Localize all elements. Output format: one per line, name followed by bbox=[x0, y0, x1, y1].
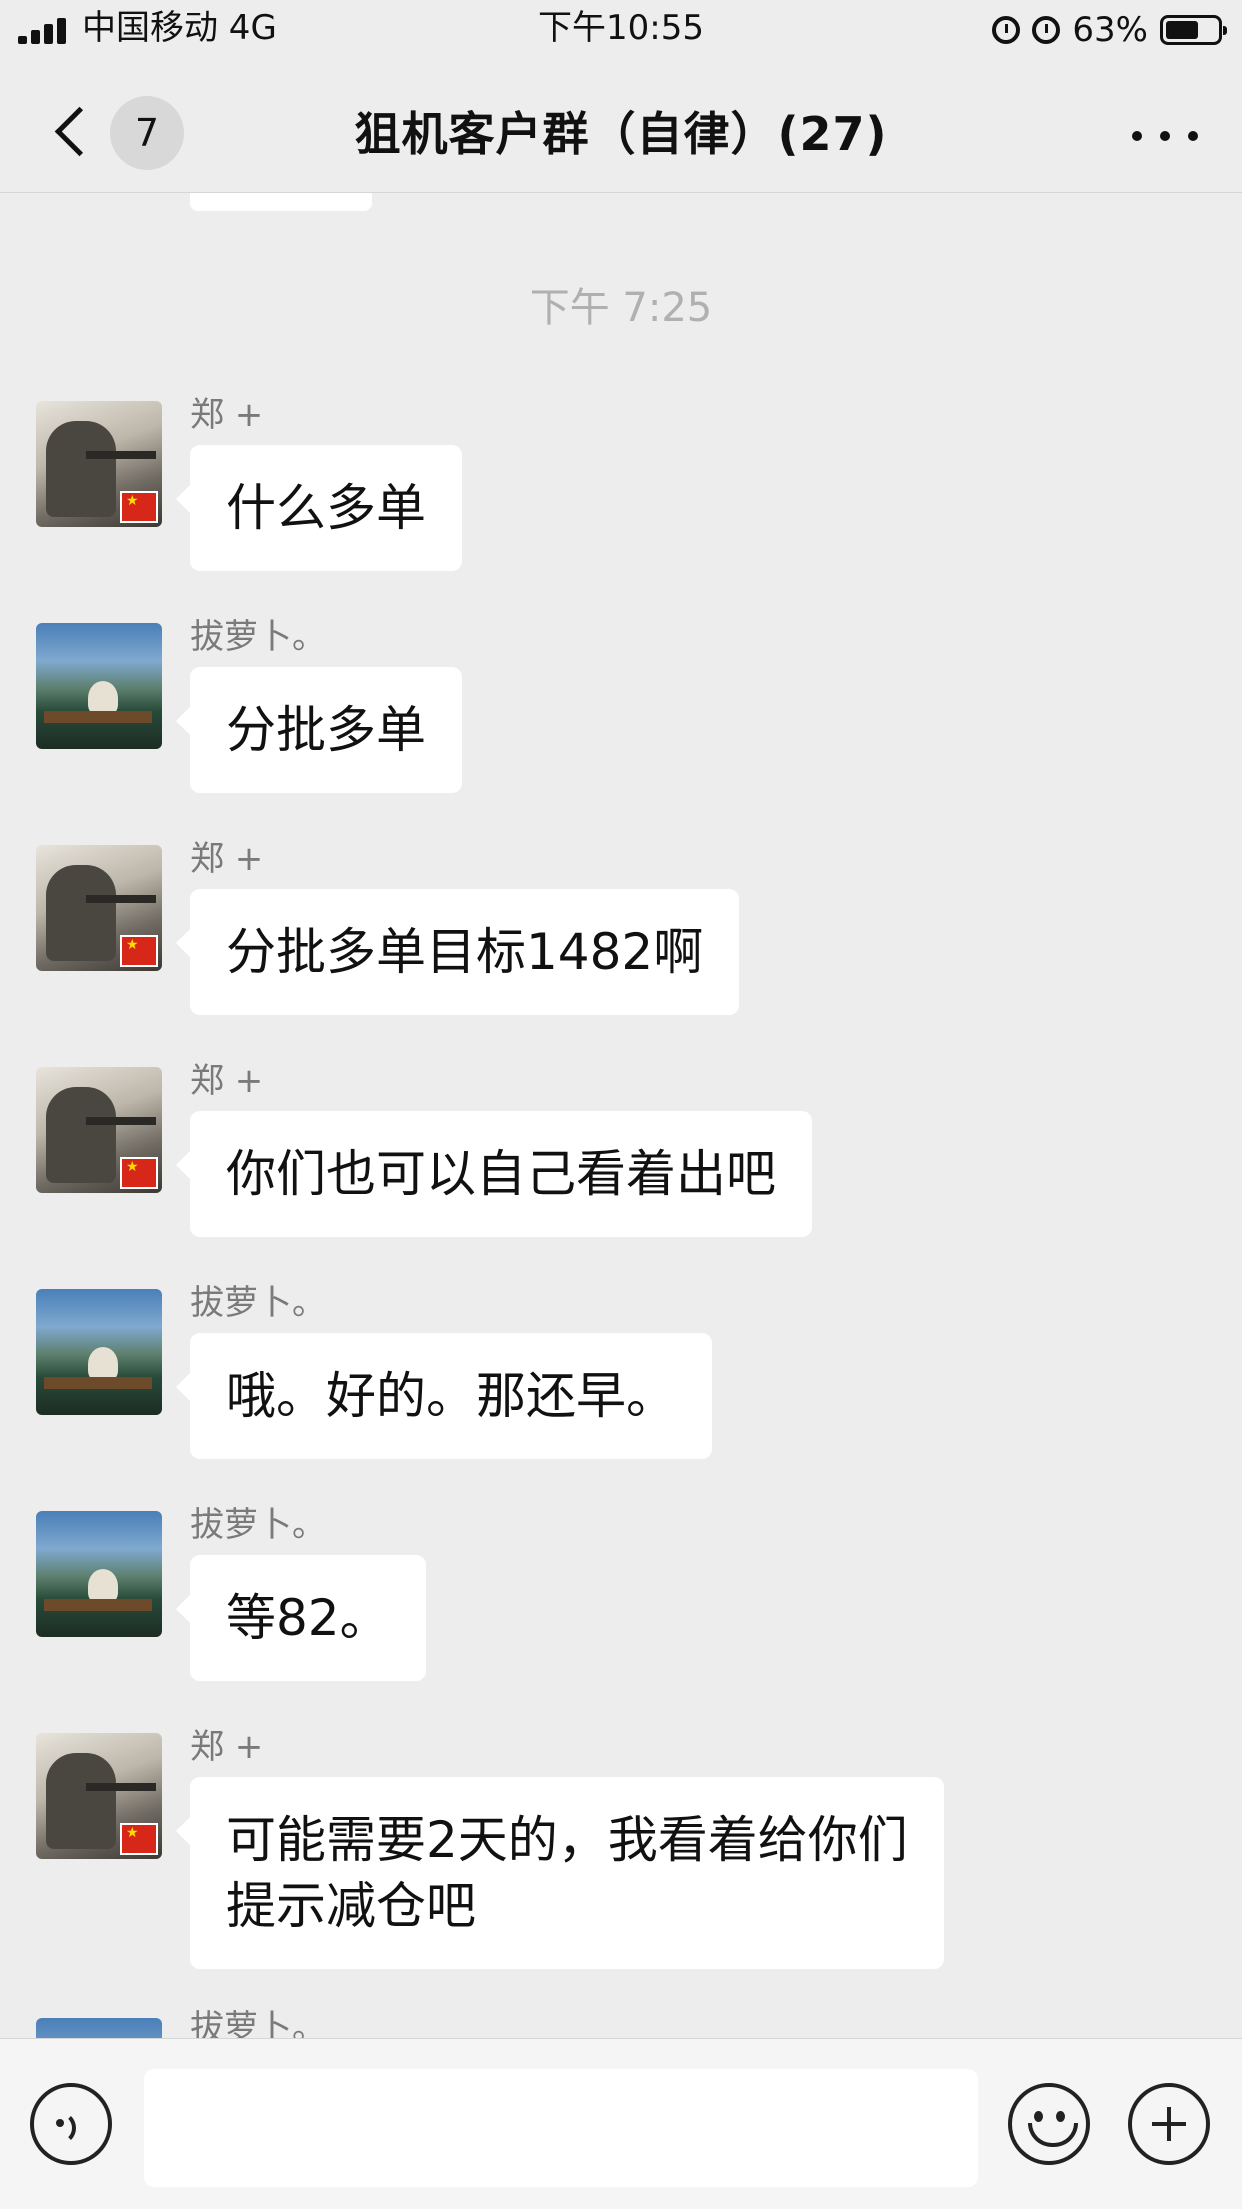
sender-name: 拔萝卜。 bbox=[190, 1505, 326, 1545]
sender-name: 郑 + bbox=[190, 1727, 264, 1767]
sender-avatar[interactable] bbox=[36, 623, 162, 749]
input-bar bbox=[0, 2038, 1242, 2209]
message-bubble[interactable]: 哦。好的。那还早。 bbox=[176, 1333, 712, 1459]
china-flag-icon bbox=[120, 491, 158, 523]
chat-title: 狙机客户群（自律）(27) bbox=[354, 107, 888, 161]
more-button[interactable] bbox=[1132, 116, 1198, 156]
back-chevron-icon bbox=[54, 106, 105, 157]
more-icon-dot bbox=[1188, 131, 1198, 141]
message-bubble[interactable]: 可能需要2天的，我看着给你们 提示减仓吧 bbox=[176, 1777, 944, 1969]
status-right-group: 63% bbox=[992, 8, 1227, 52]
message-input[interactable] bbox=[144, 2069, 978, 2187]
previous-message-bubble[interactable] bbox=[190, 193, 372, 211]
message-bubble[interactable]: 你们也可以自己看着出吧 bbox=[176, 1111, 812, 1237]
plus-icon[interactable] bbox=[1128, 2083, 1210, 2165]
sender-avatar[interactable] bbox=[36, 2018, 162, 2038]
sender-name: 郑 + bbox=[190, 395, 264, 435]
sender-name: 拔萝卜。 bbox=[190, 2008, 326, 2038]
sender-name: 拔萝卜。 bbox=[190, 1283, 326, 1323]
china-flag-icon bbox=[120, 935, 158, 967]
more-icon-dot bbox=[1160, 131, 1170, 141]
emoji-icon[interactable] bbox=[1008, 2083, 1090, 2165]
battery-fill bbox=[1166, 21, 1198, 39]
message-line: 提示减仓吧 bbox=[226, 1877, 476, 1935]
sender-avatar[interactable] bbox=[36, 1733, 162, 1859]
message-bubble[interactable]: 什么多单 bbox=[176, 445, 462, 571]
emoji-eye bbox=[1034, 2111, 1043, 2122]
sender-avatar[interactable] bbox=[36, 401, 162, 527]
sender-avatar[interactable] bbox=[36, 845, 162, 971]
china-flag-icon bbox=[120, 1157, 158, 1189]
emoji-mouth bbox=[1028, 2123, 1078, 2147]
voice-icon[interactable] bbox=[30, 2083, 112, 2165]
unread-count-badge: 7 bbox=[110, 96, 184, 170]
battery-percent: 63% bbox=[1072, 10, 1148, 50]
battery-icon bbox=[1160, 15, 1227, 45]
more-icon bbox=[1132, 131, 1142, 141]
message-line: 可能需要2天的，我看着给你们 bbox=[226, 1811, 908, 1869]
message-bubble[interactable]: 等82。 bbox=[176, 1555, 426, 1681]
rotation-lock-icon bbox=[1032, 16, 1061, 44]
alarm-icon bbox=[992, 16, 1021, 44]
chat-timestamp: 下午 7:25 bbox=[529, 285, 713, 331]
sender-name: 郑 + bbox=[190, 839, 264, 879]
sender-avatar[interactable] bbox=[36, 1511, 162, 1637]
chat-area[interactable]: 下午 7:25 郑 + 什么多单 拔萝卜。 分批多单 郑 + 分批多单目标148… bbox=[0, 193, 1242, 2038]
status-bar: 中国移动 4G 下午10:55 63% bbox=[0, 0, 1242, 60]
sender-avatar[interactable] bbox=[36, 1067, 162, 1193]
emoji-eye bbox=[1056, 2111, 1065, 2122]
back-button[interactable]: 7 bbox=[50, 96, 190, 170]
message-bubble[interactable]: 分批多单目标1482啊 bbox=[175, 889, 740, 1015]
message-bubble[interactable]: 分批多单 bbox=[176, 667, 462, 793]
sender-avatar[interactable] bbox=[36, 1289, 162, 1415]
china-flag-icon bbox=[120, 1823, 158, 1855]
sender-name: 郑 + bbox=[190, 1061, 264, 1101]
nav-bar: 7 狙机客户群（自律）(27) bbox=[0, 60, 1242, 193]
sender-name: 拔萝卜。 bbox=[190, 617, 326, 657]
